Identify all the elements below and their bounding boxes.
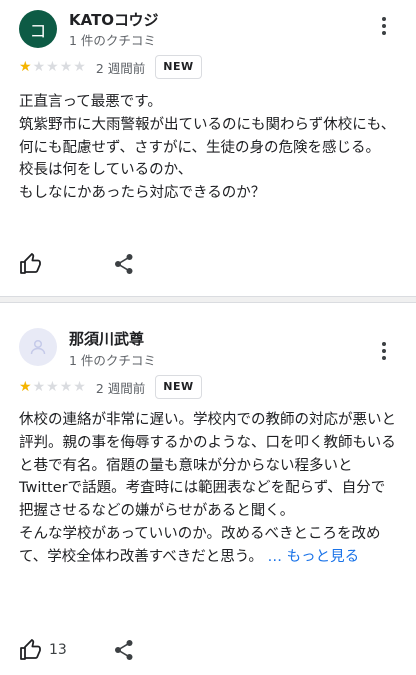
star-icon: ★ bbox=[73, 379, 86, 395]
share-icon bbox=[115, 254, 133, 274]
person-icon bbox=[30, 339, 46, 355]
reviewer-name[interactable]: KATOコウジ bbox=[69, 9, 158, 30]
star-rating: ★ ★ ★ ★ ★ bbox=[19, 380, 86, 394]
avatar[interactable] bbox=[19, 328, 57, 366]
review-date: 2 週間前 bbox=[95, 60, 146, 76]
more-vert-icon bbox=[382, 342, 386, 346]
review-text: 休校の連絡が非常に遅い。学校内での教師の対応が悪いと評判。親の事を侮辱するかのよ… bbox=[19, 409, 399, 569]
review-divider bbox=[0, 296, 416, 303]
new-badge: NEW bbox=[155, 375, 202, 399]
star-icon: ★ bbox=[59, 379, 73, 395]
more-vert-icon bbox=[382, 17, 386, 21]
review-date: 2 週間前 bbox=[95, 380, 146, 396]
star-icon: ★ bbox=[73, 59, 86, 75]
thumb-up-icon bbox=[20, 253, 41, 274]
avatar-letter: コ bbox=[29, 21, 47, 42]
star-icon: ★ bbox=[46, 379, 59, 395]
more-options-button[interactable] bbox=[374, 14, 394, 38]
share-button[interactable] bbox=[114, 253, 134, 275]
review-actions: 13 bbox=[19, 637, 133, 663]
reviewer-name[interactable]: 那須川武尊 bbox=[69, 328, 144, 349]
share-button[interactable] bbox=[114, 639, 134, 661]
reviewer-review-count: 1 件のクチコミ bbox=[69, 353, 156, 368]
review-text-body: 休校の連絡が非常に遅い。学校内での教師の対応が悪いと評判。親の事を侮辱するかのよ… bbox=[19, 412, 396, 565]
star-rating: ★ ★ ★ ★ ★ bbox=[19, 60, 86, 74]
star-icon: ★ bbox=[19, 59, 32, 75]
thumb-up-icon bbox=[20, 639, 41, 660]
review-card: コ KATOコウジ 1 件のクチコミ ★ ★ ★ ★ ★ 2 週間前 NEW 正… bbox=[0, 0, 416, 296]
share-icon bbox=[115, 640, 133, 660]
star-icon: ★ bbox=[19, 379, 32, 395]
more-options-button[interactable] bbox=[374, 339, 394, 363]
reviewer-review-count: 1 件のクチコミ bbox=[69, 33, 156, 48]
star-icon: ★ bbox=[32, 379, 46, 395]
rating-row: ★ ★ ★ ★ ★ 2 週間前 NEW bbox=[19, 55, 202, 79]
read-more-link[interactable]: … もっと見る bbox=[268, 549, 360, 565]
avatar[interactable]: コ bbox=[19, 10, 57, 48]
new-badge: NEW bbox=[155, 55, 202, 79]
review-card: 那須川武尊 1 件のクチコミ ★ ★ ★ ★ ★ 2 週間前 NEW 休校の連絡… bbox=[0, 303, 416, 675]
rating-row: ★ ★ ★ ★ ★ 2 週間前 NEW bbox=[19, 375, 202, 399]
star-icon: ★ bbox=[59, 59, 73, 75]
star-icon: ★ bbox=[32, 59, 46, 75]
like-count: 13 bbox=[49, 642, 67, 658]
star-icon: ★ bbox=[46, 59, 59, 75]
review-text: 正直言って最悪です。 筑紫野市に大雨警報が出ているのにも関わらず休校にも、何にも… bbox=[19, 94, 396, 202]
review-actions bbox=[19, 251, 133, 277]
like-button[interactable] bbox=[19, 252, 49, 276]
like-button[interactable]: 13 bbox=[19, 638, 67, 662]
